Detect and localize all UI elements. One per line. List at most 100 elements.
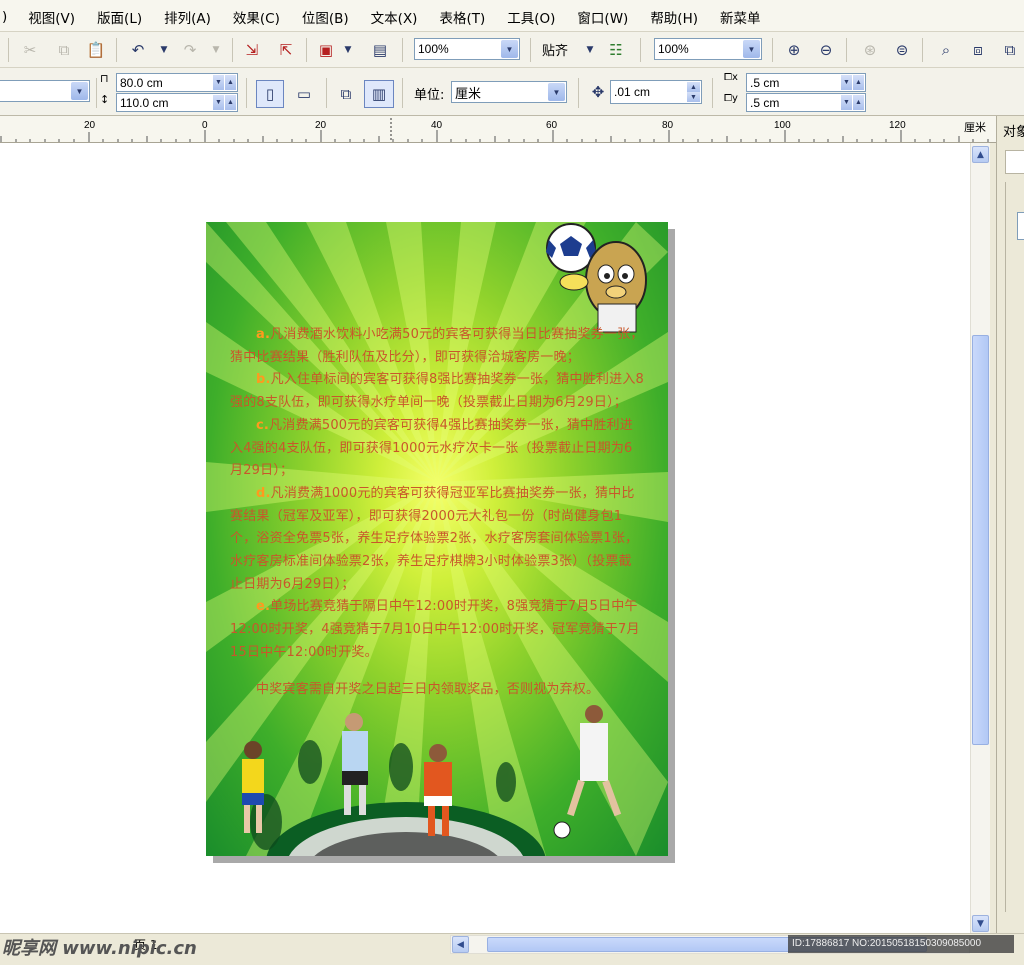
toolbar-separator: [306, 38, 307, 62]
toolbar-separator: [246, 78, 247, 108]
chevron-down-icon[interactable]: ▼: [71, 82, 88, 100]
zoom-page-height-icon[interactable]: ⧉: [998, 38, 1022, 62]
paragraph-key: b.: [256, 372, 271, 388]
zoom-page-icon[interactable]: ⌕: [934, 38, 958, 62]
paragraph-text: 凡消费满1000元的宾客可获得冠亚军比赛抽奖券一张，猜中比赛结果（冠军及亚军），…: [230, 485, 639, 592]
paragraph-text: 凡入住单标间的宾客可获得8强比赛抽奖券一张，猜中胜利进入8强的8支队伍，即可获得…: [230, 372, 644, 411]
vertical-scroll-thumb[interactable]: [972, 335, 989, 745]
docker-panel: [1005, 182, 1024, 912]
menu-bitmap[interactable]: 位图(B): [291, 5, 360, 27]
toolbar-separator: [402, 38, 403, 62]
flyer-paragraph: a.凡消费酒水饮料小吃满50元的宾客可获得当日比赛抽奖券一张，猜中比赛结果（胜利…: [230, 324, 644, 369]
toolbar-separator: [326, 78, 327, 108]
chevron-up-icon[interactable]: ▲: [853, 75, 864, 90]
menu-window[interactable]: 窗口(W): [566, 5, 639, 27]
duplicate-distance-y-field[interactable]: .5 cm ▼ ▲: [746, 93, 866, 112]
page-width-field[interactable]: 80.0 cm ▼ ▲: [116, 73, 238, 92]
units-value: 厘米: [455, 86, 482, 102]
zoom-page-width-icon[interactable]: ⧈: [966, 38, 990, 62]
menu-fragment[interactable]: ): [2, 7, 17, 25]
import-icon[interactable]: ⇲: [240, 38, 264, 62]
current-page-icon[interactable]: ▥: [364, 80, 394, 108]
menu-layout[interactable]: 版面(L): [86, 5, 153, 27]
nudge-icon: ✥: [591, 83, 605, 101]
page-height-field[interactable]: 110.0 cm ▼ ▲: [116, 93, 238, 112]
zoom-all-objects-icon[interactable]: ⊜: [890, 38, 914, 62]
options-icon[interactable]: ☷: [604, 38, 628, 62]
all-pages-icon[interactable]: ⧉: [332, 80, 360, 108]
nudge-value: .01 cm: [614, 85, 651, 99]
menu-effects[interactable]: 效果(C): [222, 5, 291, 27]
menu-arrange[interactable]: 排列(A): [153, 5, 222, 27]
chevron-down-icon[interactable]: ▼: [841, 75, 852, 90]
toolbar-separator: [640, 38, 641, 62]
duplicate-distance-x-field[interactable]: .5 cm ▼ ▲: [746, 73, 866, 92]
snap-dropdown-icon[interactable]: ▼: [578, 38, 602, 62]
menu-text[interactable]: 文本(X): [360, 5, 429, 27]
paste-icon[interactable]: 📋: [84, 38, 108, 62]
chevron-up-icon[interactable]: ▲: [687, 82, 700, 92]
paragraph-key: c.: [256, 417, 270, 433]
chevron-up-icon[interactable]: ▲: [853, 95, 864, 110]
horizontal-ruler[interactable]: 20 0 20 40 60 80 100 120 厘米: [0, 116, 996, 143]
chevron-up-icon[interactable]: ▲: [225, 95, 236, 110]
zoom-levels-combo-2[interactable]: 100% ▼: [654, 38, 762, 60]
export-icon[interactable]: ⇱: [274, 38, 298, 62]
paper-type-combo[interactable]: ▼: [0, 80, 90, 102]
units-combo[interactable]: 厘米 ▼: [451, 81, 567, 103]
flyer-body: a.凡消费酒水饮料小吃满50元的宾客可获得当日比赛抽奖券一张，猜中比赛结果（胜利…: [230, 324, 644, 701]
menu-tools[interactable]: 工具(O): [496, 5, 566, 27]
chevron-down-icon[interactable]: ▼: [841, 95, 852, 110]
watermark-id: ID:17886817 NO:20150518150309085000: [788, 935, 1014, 953]
chevron-down-icon[interactable]: ▼: [687, 92, 700, 102]
launcher-dropdown-icon[interactable]: ▼: [336, 38, 360, 62]
nudge-distance-field[interactable]: .01 cm ▲ ▼: [610, 80, 702, 104]
copy-icon[interactable]: ⧉: [52, 38, 76, 62]
property-bar: ▼ ⊓ 80.0 cm ▼ ▲ ↕ 110.0 cm ▼ ▲ ▯ ▭ ⧉ ▥ 单位:…: [0, 68, 1024, 116]
scroll-left-icon[interactable]: ◀: [452, 936, 469, 953]
zoom-value-2: 100%: [658, 42, 689, 56]
landscape-icon[interactable]: ▭: [290, 80, 318, 108]
welcome-screen-icon[interactable]: ▤: [368, 38, 392, 62]
toolbar-separator: [772, 38, 773, 62]
page-width-value: 80.0 cm: [120, 75, 163, 90]
scroll-down-icon[interactable]: ▼: [972, 915, 989, 932]
menu-view[interactable]: 视图(V): [17, 5, 86, 27]
duplicate-x-icon: ⧠x: [724, 72, 738, 83]
toolbar-separator: [530, 38, 531, 62]
redo-icon[interactable]: ↷: [178, 38, 202, 62]
vertical-scrollbar[interactable]: ▲ ▼: [970, 143, 990, 933]
zoom-out-icon[interactable]: ⊖: [814, 38, 838, 62]
snap-to-button[interactable]: 贴齐: [542, 40, 568, 59]
menu-help[interactable]: 帮助(H): [639, 5, 709, 27]
zoom-levels-combo[interactable]: 100% ▼: [414, 38, 520, 60]
app-launcher-icon[interactable]: ▣: [314, 38, 338, 62]
duplicate-y-icon: ⧠y: [724, 93, 738, 104]
chevron-down-icon[interactable]: ▼: [213, 75, 224, 90]
chevron-down-icon[interactable]: ▼: [213, 95, 224, 110]
undo-dropdown-icon[interactable]: ▼: [152, 38, 176, 62]
ruler-tick-label: 40: [431, 120, 443, 131]
cut-icon[interactable]: ✂: [18, 38, 42, 62]
zoom-selected-icon[interactable]: ⊛: [858, 38, 882, 62]
ruler-tick-label: 120: [889, 120, 906, 131]
toolbar-separator: [116, 38, 117, 62]
redo-dropdown-icon[interactable]: ▼: [204, 38, 228, 62]
chevron-down-icon[interactable]: ▼: [743, 40, 760, 58]
menu-table[interactable]: 表格(T): [428, 5, 496, 27]
flyer-paragraph: d.凡消费满1000元的宾客可获得冠亚军比赛抽奖券一张，猜中比赛结果（冠军及亚军…: [230, 483, 644, 597]
duplicate-y-value: .5 cm: [750, 95, 780, 110]
portrait-icon[interactable]: ▯: [256, 80, 284, 108]
docker-title[interactable]: 对象: [1003, 121, 1024, 140]
zoom-in-icon[interactable]: ⊕: [782, 38, 806, 62]
flyer-page[interactable]: a.凡消费酒水饮料小吃满50元的宾客可获得当日比赛抽奖券一张，猜中比赛结果（胜利…: [206, 222, 668, 856]
menu-new[interactable]: 新菜单: [709, 5, 772, 27]
scroll-up-icon[interactable]: ▲: [972, 146, 989, 163]
chevron-down-icon[interactable]: ▼: [501, 40, 518, 58]
fill-tab-icon[interactable]: [1005, 150, 1024, 174]
chevron-up-icon[interactable]: ▲: [225, 75, 236, 90]
flyer-paragraph: b.凡入住单标间的宾客可获得8强比赛抽奖券一张，猜中胜利进入8强的8支队伍，即可…: [230, 369, 644, 414]
chevron-down-icon[interactable]: ▼: [548, 83, 565, 101]
undo-icon[interactable]: ↶: [126, 38, 150, 62]
ruler-unit: 厘米: [964, 121, 986, 134]
